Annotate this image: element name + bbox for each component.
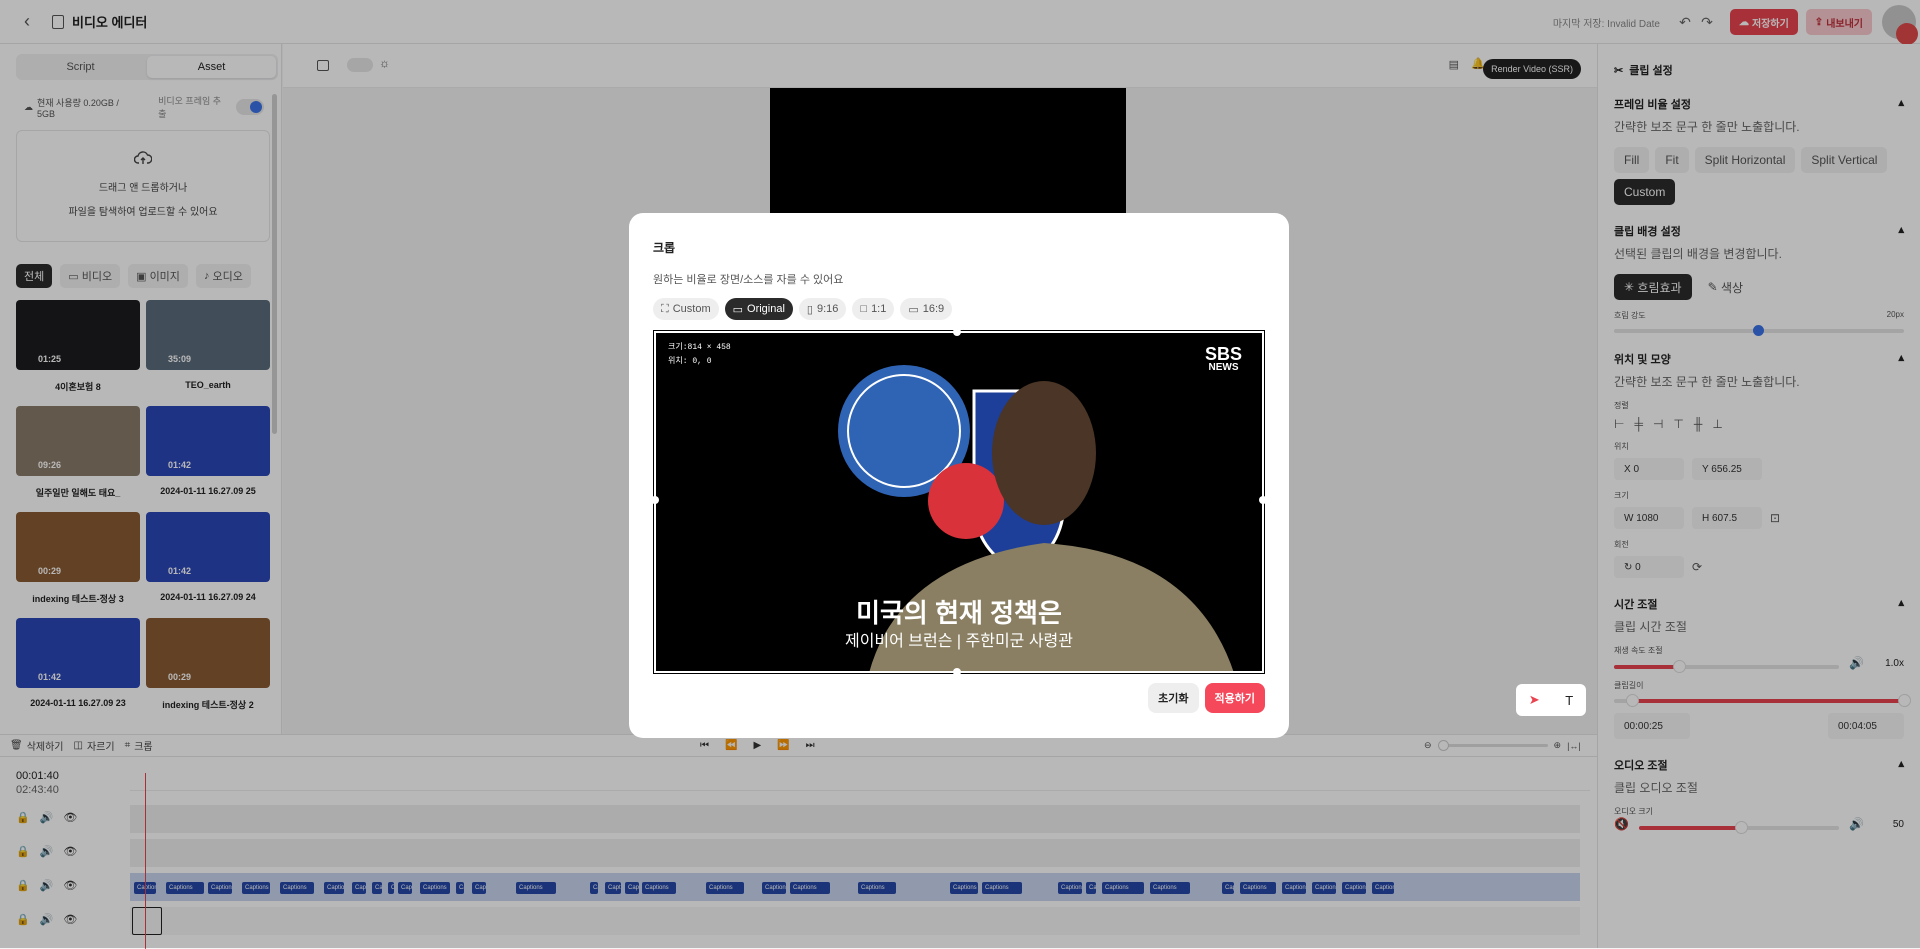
ratio-custom[interactable]: ⛶ Custom [653, 298, 719, 320]
ratio-label: Custom [672, 303, 711, 315]
square-icon: □ [860, 303, 868, 315]
crop-handle-left[interactable] [651, 496, 659, 504]
frame-icon: ▭ [732, 303, 744, 316]
tool-switcher: ➤ T [1516, 684, 1586, 716]
crop-modal: 크롭 원하는 비율로 장면/소스를 자를 수 있어요 ⛶ Custom ▭ Orig… [629, 213, 1289, 738]
ratio-original[interactable]: ▭ Original [724, 298, 793, 320]
ratio-label: 1:1 [871, 303, 887, 315]
crop-handle-right[interactable] [1259, 496, 1267, 504]
ratio-label: 16:9 [922, 303, 945, 315]
portrait-icon: ▯ [806, 303, 813, 316]
crop-frame[interactable] [651, 328, 1267, 676]
ratio-options: ⛶ Custom ▭ Original ▯ 9:16 □ 1:1 ▭ 16:9 [653, 298, 953, 320]
ratio-label: Original [747, 303, 785, 315]
crop-handle-top[interactable] [953, 328, 961, 336]
crop-handle-bottom[interactable] [953, 668, 961, 676]
modal-desc: 원하는 비율로 장면/소스를 자를 수 있어요 [653, 274, 844, 286]
ratio-9-16[interactable]: ▯ 9:16 [798, 298, 847, 320]
landscape-icon: ▭ [908, 303, 919, 316]
ratio-16-9[interactable]: ▭ 16:9 [900, 298, 953, 320]
ratio-label: 9:16 [816, 303, 839, 315]
modal-title: 크롭 [653, 241, 676, 255]
pointer-icon[interactable]: ➤ [1529, 692, 1540, 708]
reset-button[interactable]: 초기화 [1148, 683, 1199, 713]
expand-icon: ⛶ [661, 302, 669, 315]
ratio-1-1[interactable]: □ 1:1 [852, 298, 895, 320]
apply-button[interactable]: 적용하기 [1204, 683, 1265, 713]
text-tool-icon[interactable]: T [1565, 693, 1573, 708]
